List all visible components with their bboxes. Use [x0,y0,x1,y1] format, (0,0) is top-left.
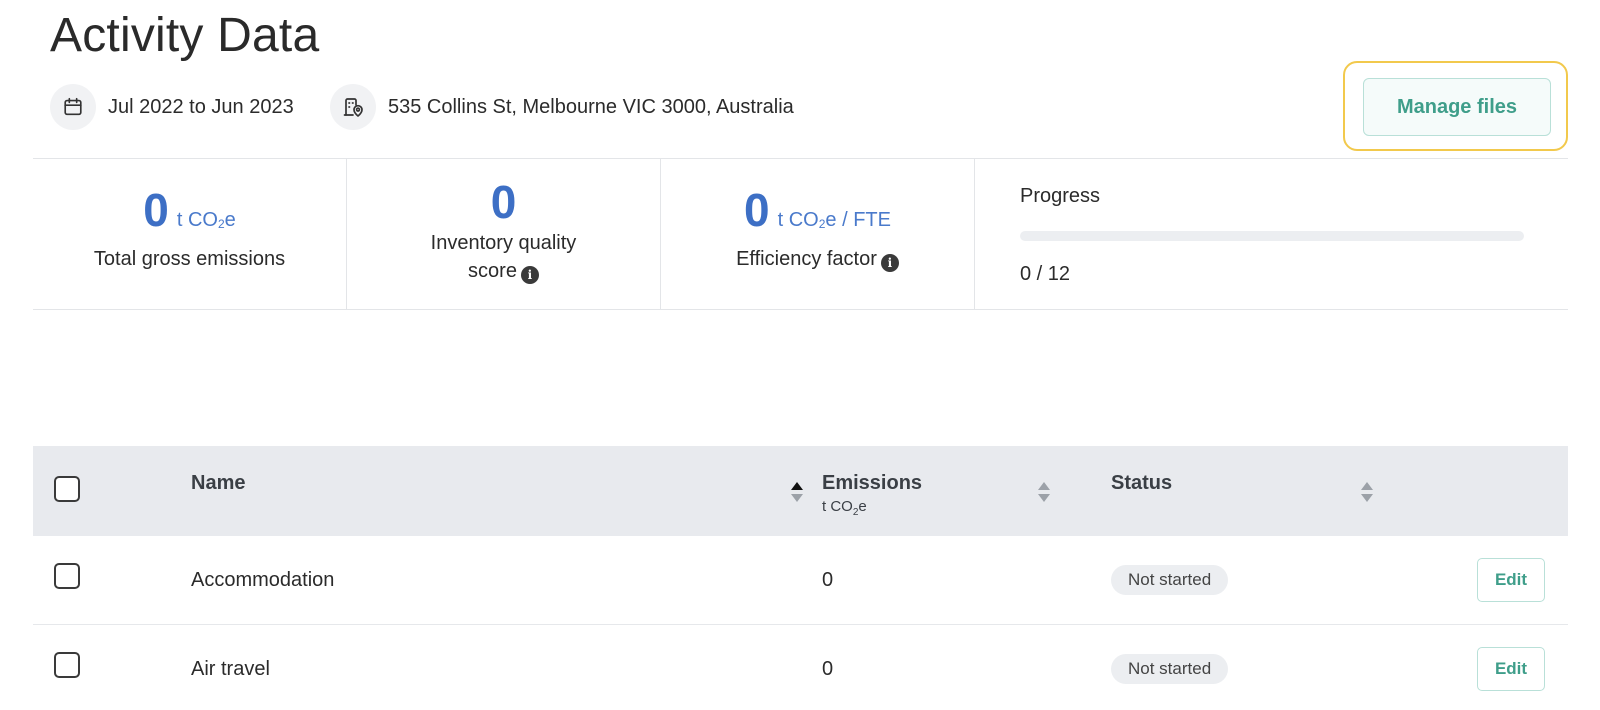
calendar-icon [50,84,96,130]
address-text: 535 Collins St, Melbourne VIC 3000, Aust… [388,95,794,118]
efficiency-factor-info-icon[interactable]: i [880,254,899,272]
table-row: Air travel 0 Not started Edit [33,625,1568,710]
inventory-quality-label: Inventory quality score i [430,232,577,284]
column-header-status[interactable]: Status [1111,472,1172,495]
page-title: Activity Data [50,9,320,62]
total-gross-emissions-value: 0 [143,184,169,236]
table-header: Name Emissions t CO2e Status [33,446,1568,536]
row-name: Air travel [191,658,270,680]
efficiency-factor-value: 0 [744,184,770,236]
progress-count: 0 / 12 [1020,263,1071,285]
total-gross-emissions-label: Total gross emissions [93,248,286,270]
reporting-period: Jul 2022 to Jun 2023 [50,84,294,130]
row-name: Accommodation [191,569,335,591]
select-all-checkbox[interactable] [54,476,80,502]
edit-button[interactable]: Edit [1477,647,1545,691]
column-header-emissions-unit: t CO2e [822,498,867,518]
site-address: 535 Collins St, Melbourne VIC 3000, Aust… [330,84,794,130]
column-header-emissions[interactable]: Emissions [822,472,922,495]
row-checkbox[interactable] [54,563,80,589]
summary-stats: 0 t CO2e Total gross emissions 0 Inventor… [33,158,1568,310]
row-checkbox[interactable] [54,652,80,678]
date-range-text: Jul 2022 to Jun 2023 [108,95,294,118]
sort-emissions-icon[interactable] [1037,482,1051,504]
progress-card: Progress 0 / 12 [975,159,1568,309]
efficiency-factor-card: 0 t CO2e / FTE Efficiency factor i [661,159,975,309]
sort-status-icon[interactable] [1360,482,1374,504]
edit-button[interactable]: Edit [1477,558,1545,602]
efficiency-factor-label: Efficiency factor i [661,245,974,273]
total-gross-emissions-unit: t CO2e [176,209,236,231]
progress-title: Progress [1020,185,1101,207]
status-badge: Not started [1111,654,1229,684]
table-row: Accommodation 0 Not started Edit [33,536,1568,625]
efficiency-factor-unit: t CO2e / FTE [777,209,891,231]
progress-bar [1020,231,1524,241]
total-gross-emissions-card: 0 t CO2e Total gross emissions [33,159,347,309]
inventory-quality-info-icon[interactable]: i [520,266,539,284]
row-emissions: 0 [822,569,834,591]
building-location-icon [330,84,376,130]
activity-table: Name Emissions t CO2e Status Accommodati… [33,446,1568,710]
sort-name-icon[interactable] [790,482,804,504]
inventory-quality-value: 0 [490,176,517,228]
row-emissions: 0 [822,658,834,680]
status-badge: Not started [1111,565,1229,595]
manage-files-button[interactable]: Manage files [1363,78,1551,136]
inventory-quality-card: 0 Inventory quality score i [347,159,661,309]
column-header-name[interactable]: Name [191,472,245,495]
